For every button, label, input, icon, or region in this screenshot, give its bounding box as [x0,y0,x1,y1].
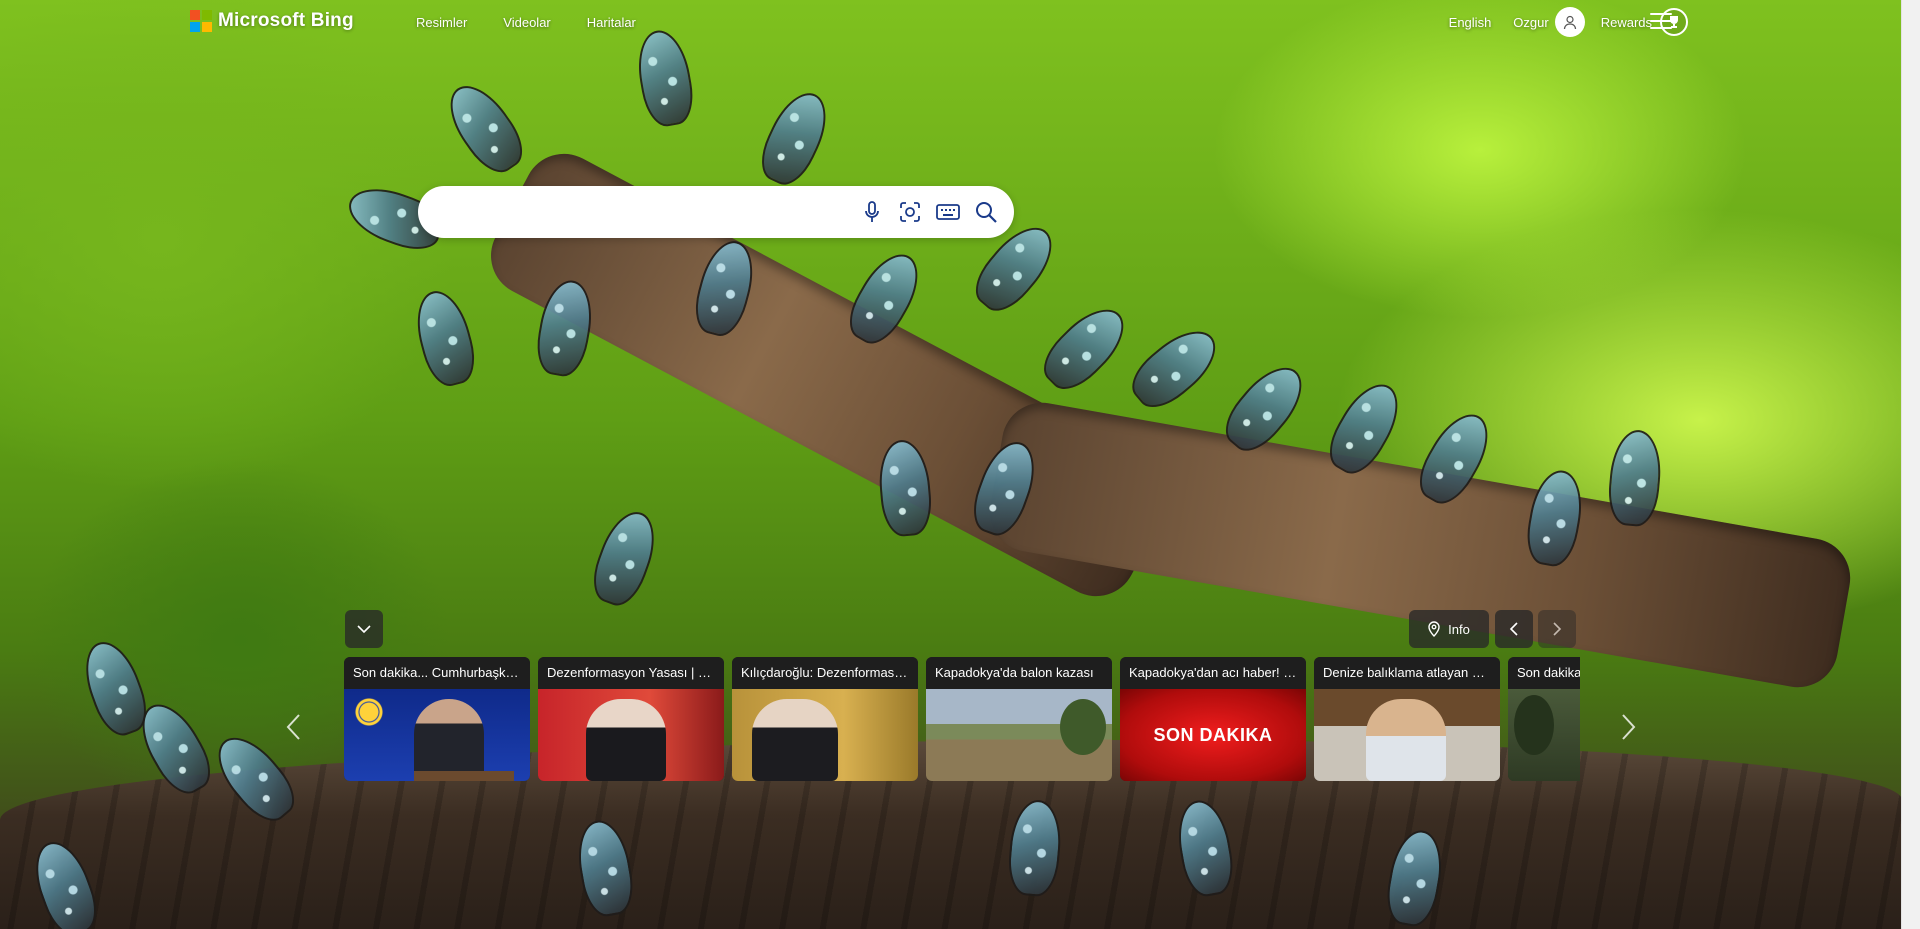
search-box [418,186,1014,238]
news-card-thumbnail [1314,689,1500,781]
branch [983,396,1857,694]
news-card-thumbnail [926,689,1112,781]
emblem [350,693,388,731]
news-card[interactable]: Kapadokya'dan acı haber! Son SON DAKIKA [1120,657,1306,781]
breaking-news-banner: SON DAKIKA [1120,689,1306,781]
butterfly [1122,317,1228,419]
chevron-left-icon [286,714,300,740]
scrollbar[interactable] [1901,0,1920,929]
person-figure [586,699,666,781]
news-card[interactable]: Kapadokya'da balon kazası [926,657,1112,781]
rewards-label[interactable]: Rewards [1601,15,1652,30]
news-card-thumbnail [538,689,724,781]
header: Microsoft Bing Resimler Videolar Harital… [0,0,1902,44]
carousel-prev-arrow[interactable] [284,712,304,742]
nav-maps[interactable]: Haritalar [587,15,636,30]
news-card-thumbnail [732,689,918,781]
background-image [0,0,1902,929]
user-icon [1563,15,1576,30]
news-card-title: Son dakika [1508,657,1580,689]
news-card-title: Denize balıklama atlayan Hasan [1314,657,1500,689]
news-card[interactable]: Son dakika... Cumhurbaşkanı Erdoğan [344,657,530,781]
news-card-title: Son dakika... Cumhurbaşkanı Erdoğan [344,657,530,689]
news-card-title: Kılıçdaroğlu: Dezenformasyon [732,657,918,689]
news-card[interactable]: Dezenformasyon Yasası | Canlı [538,657,724,781]
previous-image-button[interactable] [1495,610,1533,648]
news-card[interactable]: Son dakika [1508,657,1580,781]
butterfly [1033,296,1137,400]
person-figure [414,699,484,781]
language-link[interactable]: English [1449,15,1492,30]
next-image-button[interactable] [1538,610,1576,648]
podium [414,771,514,781]
brand-name: Microsoft Bing [218,10,354,31]
chevron-right-icon [1622,714,1636,740]
person-figure [1366,699,1446,781]
news-card[interactable]: Denize balıklama atlayan Hasan [1314,657,1500,781]
person-figure [752,699,838,781]
news-card-title: Kapadokya'dan acı haber! Son [1120,657,1306,689]
microsoft-logo-icon [190,10,212,32]
chevron-left-icon [1509,622,1518,636]
news-card-title: Kapadokya'da balon kazası [926,657,1112,689]
top-nav: Resimler Videolar Haritalar [416,15,672,30]
butterfly [752,83,838,193]
butterfly [436,74,534,182]
butterfly [408,285,482,391]
bing-logo[interactable]: Microsoft Bing [190,10,354,32]
nav-images[interactable]: Resimler [416,15,467,30]
microphone-icon[interactable] [858,198,886,226]
hamburger-menu-icon[interactable] [1650,13,1672,29]
chevron-right-icon [1553,622,1562,636]
visual-search-icon[interactable] [896,198,924,226]
chevron-down-icon [357,625,371,634]
news-card-thumbnail [1508,689,1580,781]
tree [1514,695,1554,755]
news-card-title: Dezenformasyon Yasası | Canlı [538,657,724,689]
news-carousel: Son dakika... Cumhurbaşkanı Erdoğan Deze… [344,657,1580,781]
carousel-next-arrow[interactable] [1618,712,1638,742]
search-actions [858,198,1000,226]
nav-videos[interactable]: Videolar [503,15,550,30]
search-icon[interactable] [972,198,1000,226]
keyboard-icon[interactable] [934,198,962,226]
collapse-feed-button[interactable] [345,610,383,648]
search-input[interactable] [438,198,862,228]
user-name[interactable]: Ozgur [1513,15,1548,30]
avatar[interactable] [1554,7,1585,37]
news-card[interactable]: Kılıçdaroğlu: Dezenformasyon [732,657,918,781]
tree [1060,699,1106,755]
info-label: Info [1448,621,1470,637]
news-card-thumbnail [344,689,530,781]
info-button[interactable]: Info [1409,610,1489,648]
location-pin-icon [1428,621,1440,637]
butterfly [585,504,665,612]
news-card-thumbnail: SON DAKIKA [1120,689,1306,781]
